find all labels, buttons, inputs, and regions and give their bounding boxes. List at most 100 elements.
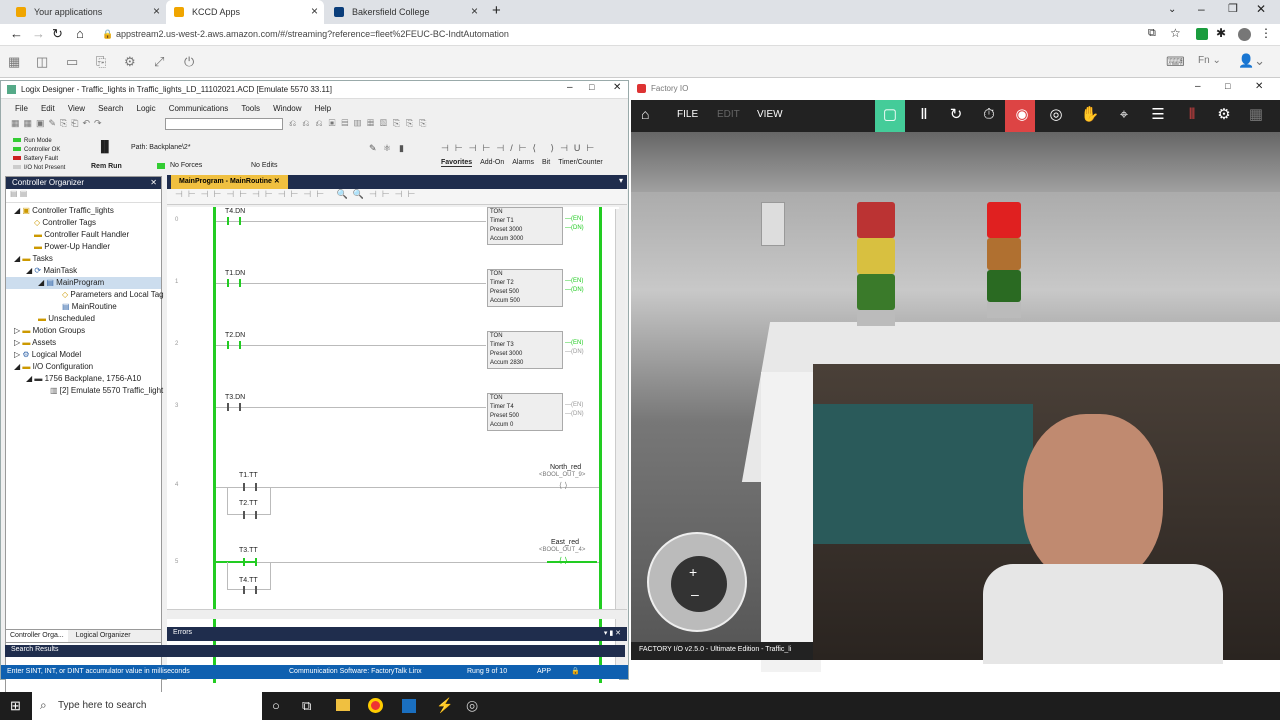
close-tab-icon[interactable]: × [311, 4, 318, 18]
extensions-puzzle-icon[interactable]: ✱ [1216, 26, 1226, 40]
ladder-toolbar[interactable]: ⊣⊢⊣⊢⊣⊢⊣⊢⊣⊢⊣⊢ 🔍🔍⊣⊢⊣⊢ [167, 189, 627, 205]
chrome-icon[interactable] [368, 698, 383, 713]
close-tab-icon[interactable]: × [471, 4, 478, 18]
ton-instruction[interactable]: TON Timer T3 Preset 3000 Accum 2830 [487, 331, 563, 369]
edits-status[interactable]: No Edits [251, 162, 277, 169]
home-icon[interactable]: ⌂ [641, 106, 649, 122]
tree-item-controller-tags[interactable]: ◇ Controller Tags [6, 217, 161, 229]
tree-item-tasks[interactable]: ◢ ▬ Tasks [6, 253, 161, 265]
nav-center[interactable] [671, 556, 727, 612]
pause-icon[interactable]: Ⅱ [913, 104, 935, 126]
ton-instruction[interactable]: TON Timer T2 Preset 500 Accum 500 [487, 269, 563, 307]
minimize-icon[interactable]: – [567, 82, 573, 93]
ote-coil[interactable]: ⟨ ⟩ [559, 481, 567, 490]
reload-icon[interactable]: ↻ [52, 26, 63, 42]
standard-toolbar[interactable]: ▦▦▣✎⎘⎗↶↷ [11, 118, 161, 128]
tab-favorites[interactable]: Favorites [441, 159, 473, 167]
hand-icon[interactable]: ✋ [1079, 104, 1101, 126]
close-window-icon[interactable]: ✕ [1256, 2, 1266, 16]
ton-instruction[interactable]: TON Timer T1 Preset 3000 Accum 3000 [487, 207, 563, 245]
search-combo[interactable] [165, 118, 283, 130]
camera-icon[interactable]: ◎ [1045, 104, 1067, 126]
tab-search-icon[interactable]: ⌄ [1168, 4, 1176, 15]
windows-icon[interactable]: ◫ [36, 54, 48, 70]
reset-icon[interactable]: ↻ [945, 104, 967, 126]
drivers-icon[interactable]: ⚙ [1213, 104, 1235, 126]
folder-icon[interactable]: ▭ [66, 54, 78, 70]
sensor-icon[interactable]: ⦀ [1181, 104, 1203, 126]
browser-tab-active[interactable]: KCCD Apps × [166, 0, 324, 24]
fn-keys-icon[interactable]: Fn ⌄ [1198, 55, 1221, 66]
search-results-tab[interactable]: Search Results [5, 645, 625, 657]
tree-item-io-config[interactable]: ◢ ▬ I/O Configuration [6, 361, 161, 373]
maximize-icon[interactable]: □ [589, 82, 594, 92]
extension-check-icon[interactable] [1196, 28, 1208, 40]
minimize-icon[interactable]: – [1198, 2, 1205, 16]
task-view-icon[interactable]: ⧉ [302, 698, 311, 714]
user-icon[interactable]: 👤⌄ [1238, 53, 1265, 69]
instruction-palette[interactable]: ⊣⊢⊣⊢⊣/⊢⟨ ⟩⊣U⊢ [441, 143, 600, 154]
ote-coil-energized[interactable]: ⟨ ⟩ [559, 556, 567, 565]
tree-item-unscheduled[interactable]: ▬ Unscheduled [6, 313, 161, 325]
rung-5[interactable]: 5 T3.TT T4.TT East_red <BOOL_OUT_4> ⟨ ⟩ [167, 537, 599, 612]
record-icon[interactable]: ◉ [1011, 104, 1033, 126]
xic-contact[interactable] [227, 217, 241, 225]
target-icon[interactable]: ⌖ [1113, 104, 1135, 126]
windows-start-icon[interactable]: ⊞ [10, 698, 21, 714]
path-browse-icon[interactable]: ✎ [369, 143, 377, 154]
network-icon[interactable]: ⚛ [383, 143, 391, 154]
xic-contact[interactable] [227, 279, 241, 287]
browser-tab[interactable]: Your applications × [8, 0, 166, 24]
rung-0[interactable]: 0 T4.DN TON Timer T1 Preset 3000 Accum 3000 —(… [167, 207, 597, 269]
close-icon[interactable]: ✕ [613, 82, 621, 93]
grid-icon[interactable]: ▦ [1245, 104, 1267, 126]
menu-search[interactable]: Search [98, 104, 123, 113]
rung-1[interactable]: 1 T1.DN TON Timer T2 Preset 500 Accum 500 —(EN… [167, 269, 597, 331]
tab-main-routine[interactable]: MainProgram - MainRoutine ✕ [171, 175, 288, 189]
tree-item-logical-model[interactable]: ▷ ⚙ Logical Model [6, 349, 161, 361]
menu-file[interactable]: FILE [677, 109, 698, 120]
tree-item-power-up[interactable]: ▬ Power-Up Handler [6, 241, 161, 253]
tab-alarms[interactable]: Alarms [512, 159, 534, 167]
ladder-hscroll[interactable] [167, 609, 627, 619]
camera-navigation-control[interactable]: + – [647, 532, 747, 632]
pin-icon[interactable]: ▮ [399, 143, 404, 154]
rung-4[interactable]: 4 T1.TT T2.TT North_red <BOOL_OUT_9> ⟨ ⟩ [167, 462, 599, 537]
taskbar-search-box[interactable]: ⌕ Type here to search [32, 692, 262, 720]
edit-toolbar[interactable]: ⎌⎌⎌▣▤▥▦▧⎘⎘⎘ [289, 118, 589, 128]
close-tab-icon[interactable]: × [153, 4, 160, 18]
tree-item-parameters[interactable]: ◇ Parameters and Local Tag [6, 289, 164, 301]
tree-item-emulate[interactable]: ▥ [2] Emulate 5570 Traffic_light [6, 385, 163, 397]
xic-contact[interactable] [227, 403, 241, 411]
profile-avatar[interactable] [1238, 28, 1251, 41]
forward-icon[interactable]: → [32, 26, 45, 41]
share-icon[interactable]: ⧉ [1148, 27, 1156, 40]
browser-tab[interactable]: Bakersfield College × [326, 0, 484, 24]
close-icon[interactable]: ✕ [1255, 81, 1263, 92]
menu-edit[interactable]: EDIT [717, 109, 740, 120]
menu-view[interactable]: View [68, 104, 85, 113]
menu-view[interactable]: VIEW [757, 109, 783, 120]
timer-icon[interactable]: ⏱ [978, 104, 1000, 126]
factory-io-taskbar-icon[interactable]: ⚡ [436, 697, 453, 714]
zoom-out-icon[interactable]: – [691, 586, 699, 602]
copy-icon[interactable]: ⎘ [96, 54, 106, 70]
menu-tools[interactable]: Tools [241, 104, 260, 113]
restore-icon[interactable]: ❐ [1228, 2, 1238, 15]
tab-bit[interactable]: Bit [542, 159, 550, 167]
tab-timer-counter[interactable]: Timer/Counter [558, 159, 602, 167]
maximize-icon[interactable]: □ [1225, 81, 1230, 91]
menu-file[interactable]: File [15, 104, 28, 113]
xic-contact[interactable] [243, 586, 257, 594]
browser-menu-icon[interactable]: ⋮ [1260, 26, 1272, 40]
tree-item-maintask[interactable]: ◢ ⟳ MainTask [6, 265, 161, 277]
tab-logical-organizer[interactable]: Logical Organizer [72, 630, 135, 642]
bookmark-star-icon[interactable]: ☆ [1170, 26, 1181, 40]
menu-communications[interactable]: Communications [169, 104, 229, 113]
tree-item-mainprogram[interactable]: ◢ ▤ MainProgram [6, 277, 161, 289]
menu-logic[interactable]: Logic [137, 104, 156, 113]
menu-help[interactable]: Help [315, 104, 331, 113]
tab-controller-organizer[interactable]: Controller Orga... [6, 630, 68, 642]
tree-item-mainroutine[interactable]: ▤ MainRoutine [6, 301, 161, 313]
forces-status[interactable]: No Forces [170, 162, 202, 169]
